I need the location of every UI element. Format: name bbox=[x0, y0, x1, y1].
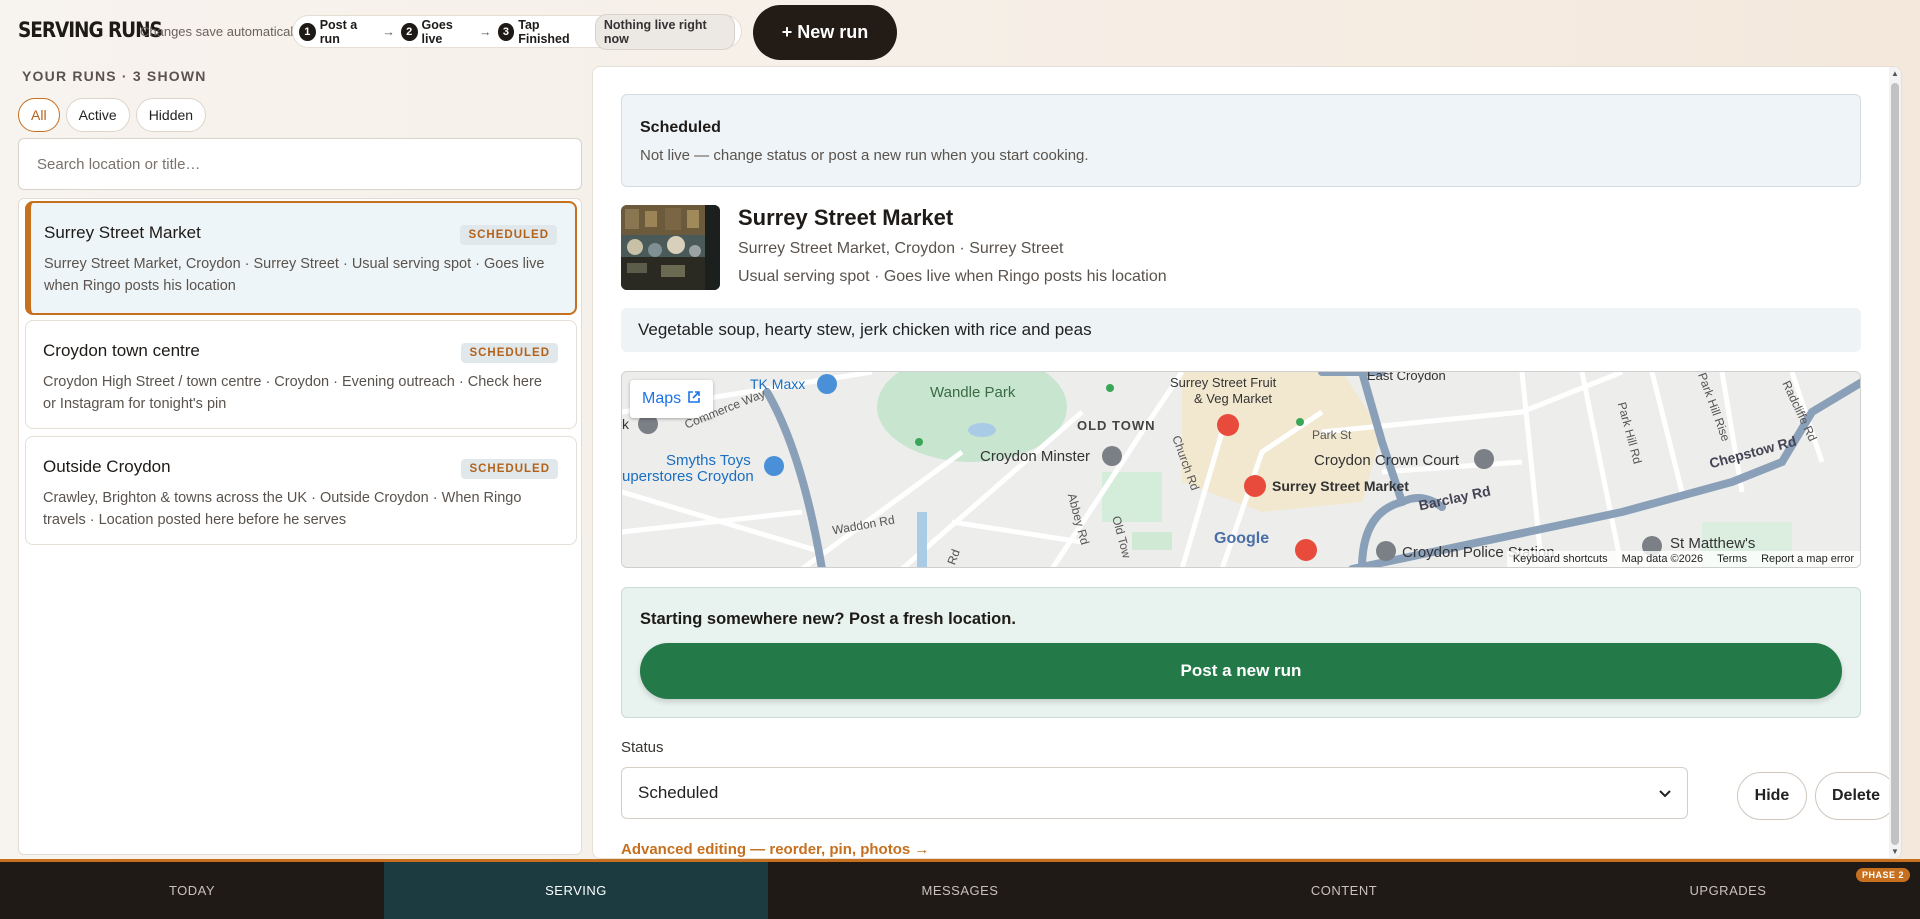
run-description: Crawley, Brighton & towns across the UK … bbox=[43, 490, 522, 528]
run-detail-panel: Scheduled Not live — change status or po… bbox=[592, 66, 1902, 859]
run-card-surrey-street[interactable]: Surrey Street Market SCHEDULED Surrey St… bbox=[25, 201, 577, 315]
run-card-outside-croydon[interactable]: Outside Croydon SCHEDULED Crawley, Brigh… bbox=[25, 436, 577, 545]
run-card-croydon-town-centre[interactable]: Croydon town centre SCHEDULED Croydon Hi… bbox=[25, 320, 577, 429]
run-description: Surrey Street Market, Croydon · Surrey S… bbox=[44, 256, 545, 294]
runs-heading: YOUR RUNS · 3 SHOWN bbox=[22, 68, 207, 84]
scrollbar[interactable]: ▲ ▼ bbox=[1889, 67, 1901, 858]
step-number: 3 bbox=[497, 22, 515, 41]
location-note: Usual serving spot · Goes live when Ring… bbox=[738, 268, 1167, 285]
run-title: Outside Croydon bbox=[43, 457, 171, 476]
map-label: k bbox=[622, 416, 629, 432]
map-data-credit: Map data ©2026 bbox=[1621, 553, 1704, 565]
run-description: Croydon High Street / town centre · Croy… bbox=[43, 374, 542, 412]
delete-button[interactable]: Delete bbox=[1815, 772, 1897, 820]
autosave-note: Changes save automatically. bbox=[140, 24, 306, 39]
status-badge: SCHEDULED bbox=[461, 459, 558, 479]
scroll-thumb[interactable] bbox=[1891, 83, 1899, 845]
scroll-down-icon[interactable]: ▼ bbox=[1890, 847, 1900, 856]
step-label: Post a run bbox=[319, 17, 358, 46]
map-label: & Veg Market bbox=[1194, 391, 1273, 406]
map-footer: Keyboard shortcuts Map data ©2026 Terms … bbox=[1506, 551, 1860, 567]
post-new-run-button[interactable]: Post a new run bbox=[640, 643, 1842, 699]
report-error-link[interactable]: Report a map error bbox=[1761, 553, 1854, 565]
filter-hidden[interactable]: Hidden bbox=[135, 98, 207, 132]
map-label: Park St bbox=[1312, 428, 1352, 442]
status-banner: Scheduled Not live — change status or po… bbox=[621, 94, 1861, 187]
runs-list: Surrey Street Market SCHEDULED Surrey St… bbox=[18, 198, 582, 855]
maps-link-label: Maps bbox=[642, 390, 682, 407]
new-location-prompt: Starting somewhere new? Post a fresh loc… bbox=[640, 610, 1016, 628]
map-label: Smyths Toys bbox=[666, 452, 751, 469]
phase-badge: PHASE 2 bbox=[1855, 868, 1910, 882]
map-label: Surrey Street Fruit bbox=[1170, 375, 1277, 390]
run-title: Surrey Street Market bbox=[44, 223, 201, 242]
run-title: Croydon town centre bbox=[43, 341, 200, 360]
filter-active[interactable]: Active bbox=[65, 98, 130, 132]
bottom-nav: TODAY SERVING MESSAGES CONTENT UPGRADES … bbox=[0, 859, 1920, 919]
arrow-icon: → bbox=[382, 24, 395, 39]
new-run-button[interactable]: + New run bbox=[753, 5, 897, 60]
status-badge: SCHEDULED bbox=[460, 225, 557, 245]
step-3: 3 Tap Finished bbox=[497, 17, 589, 46]
new-location-box: Starting somewhere new? Post a fresh loc… bbox=[621, 587, 1861, 718]
menu-summary: Vegetable soup, hearty stew, jerk chicke… bbox=[621, 308, 1861, 352]
nav-today[interactable]: TODAY bbox=[0, 862, 384, 919]
location-photo bbox=[621, 205, 720, 290]
advanced-editing-link[interactable]: Advanced editing — reorder, pin, photos … bbox=[621, 841, 929, 858]
status-field-label: Status bbox=[621, 739, 664, 756]
status-subtitle: Not live — change status or post a new r… bbox=[640, 147, 1089, 164]
workflow-steps: 1 Post a run → 2 Goes live → 3 Tap Finished… bbox=[292, 13, 742, 50]
step-1: 1 Post a run bbox=[299, 18, 376, 46]
step-label: Goes live bbox=[421, 17, 453, 46]
arrow-icon: → bbox=[479, 24, 492, 39]
live-status-pill: Nothing live right now bbox=[594, 13, 736, 50]
hide-button[interactable]: Hide bbox=[1737, 772, 1807, 820]
chevron-down-icon bbox=[1659, 783, 1671, 803]
map-label: Surrey Street Market bbox=[1272, 478, 1409, 494]
map-label: East Croydon bbox=[1367, 371, 1446, 383]
status-title: Scheduled bbox=[640, 119, 721, 136]
step-number: 1 bbox=[299, 22, 316, 41]
scroll-up-icon[interactable]: ▲ bbox=[1890, 69, 1900, 78]
search-input[interactable] bbox=[18, 138, 582, 190]
status-select[interactable]: Scheduled bbox=[621, 767, 1688, 819]
filter-all[interactable]: All bbox=[18, 98, 60, 132]
menu-text: Vegetable soup, hearty stew, jerk chicke… bbox=[638, 320, 1092, 339]
map-label: uperstores Croydon bbox=[622, 468, 754, 485]
location-address: Surrey Street Market, Croydon · Surrey S… bbox=[738, 240, 1064, 257]
location-map[interactable]: Maps TK Maxx Wandle Park Surrey Street F… bbox=[621, 371, 1861, 568]
nav-upgrades-label: UPGRADES bbox=[1689, 883, 1767, 898]
external-link-icon bbox=[687, 390, 701, 409]
map-label: OLD TOWN bbox=[1077, 418, 1156, 433]
map-label: St Matthew's bbox=[1670, 535, 1756, 552]
map-label: Wandle Park bbox=[930, 384, 1016, 401]
nav-content[interactable]: CONTENT bbox=[1152, 862, 1536, 919]
status-badge: SCHEDULED bbox=[461, 343, 558, 363]
keyboard-shortcuts-link[interactable]: Keyboard shortcuts bbox=[1513, 553, 1608, 565]
map-label: Croydon Crown Court bbox=[1314, 452, 1460, 469]
terms-link[interactable]: Terms bbox=[1717, 553, 1747, 565]
step-label: Tap Finished bbox=[518, 17, 570, 46]
map-label: Croydon Minster bbox=[980, 448, 1091, 465]
step-number: 2 bbox=[400, 22, 418, 41]
google-logo: Google bbox=[1214, 530, 1270, 547]
location-title: Surrey Street Market bbox=[738, 205, 954, 230]
run-filters: All Active Hidden bbox=[18, 98, 207, 132]
nav-upgrades[interactable]: UPGRADES PHASE 2 bbox=[1536, 862, 1920, 919]
status-selected-value: Scheduled bbox=[638, 783, 719, 802]
nav-serving[interactable]: SERVING bbox=[384, 862, 768, 919]
step-2: 2 Goes live bbox=[400, 17, 473, 46]
nav-messages[interactable]: MESSAGES bbox=[768, 862, 1152, 919]
top-bar: SERVING RUNS Changes save automatically.… bbox=[0, 0, 1920, 64]
